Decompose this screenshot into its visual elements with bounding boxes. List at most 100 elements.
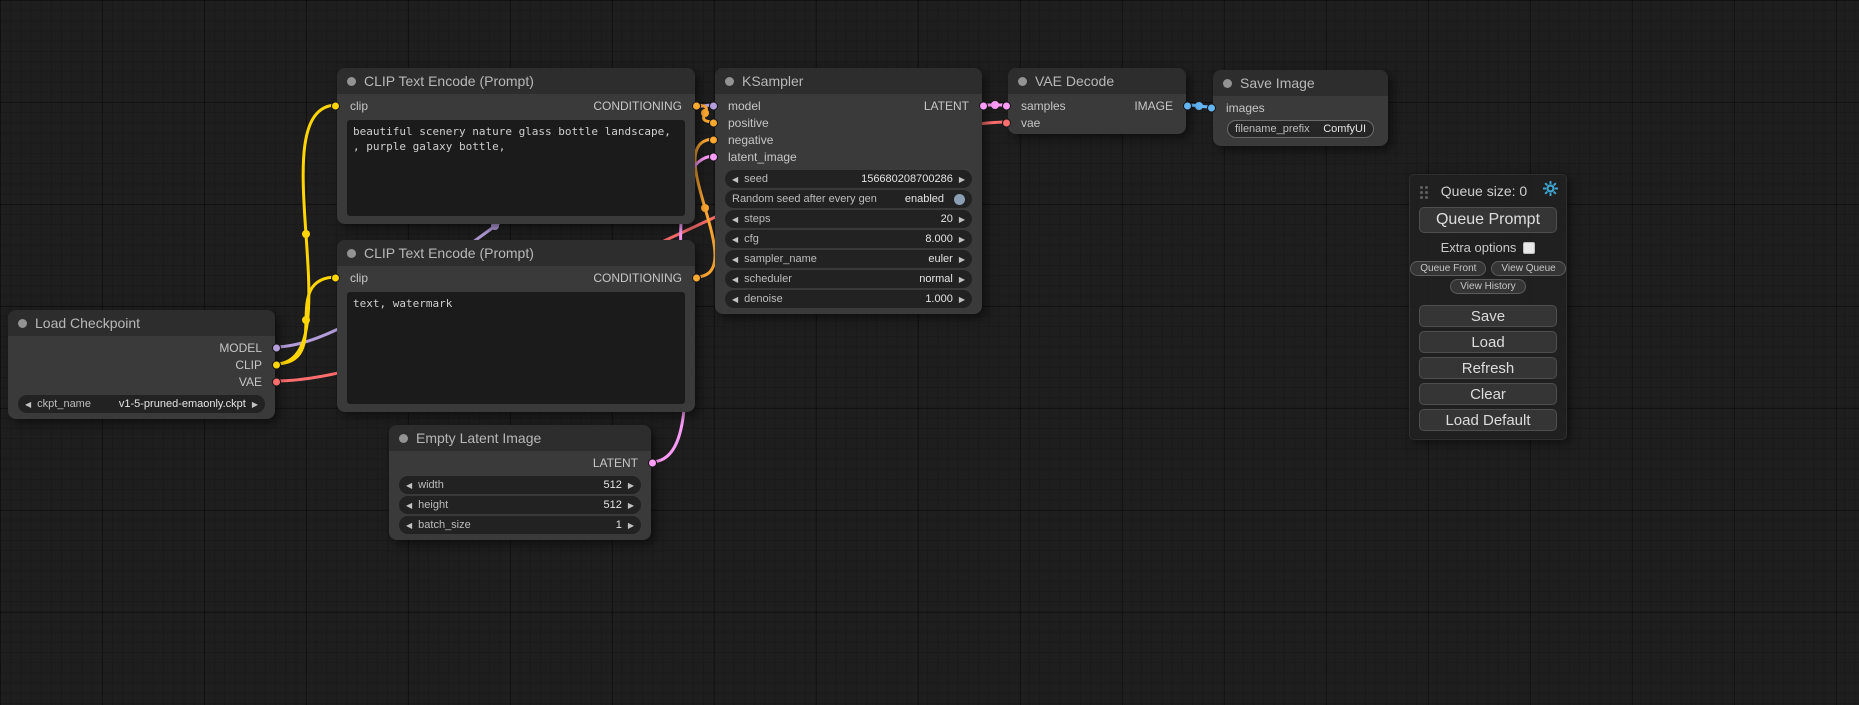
queue-size-label: Queue size: 0	[1429, 183, 1539, 199]
refresh-button[interactable]: Refresh	[1419, 357, 1557, 379]
node-save-image[interactable]: Save Image images filename_prefix ComfyU…	[1213, 70, 1388, 146]
node-load-checkpoint[interactable]: Load Checkpoint MODEL CLIP VAE ◀ ckpt_na…	[8, 310, 275, 419]
widget-label: Random seed after every gen	[732, 193, 877, 205]
node-title-bar[interactable]: Save Image	[1213, 70, 1388, 96]
random-seed-toggle-widget[interactable]: Random seed after every gen enabled	[725, 190, 972, 208]
model-output-slot[interactable]	[272, 343, 281, 352]
width-widget[interactable]: ◀ width 512 ▶	[399, 476, 641, 494]
images-input-slot[interactable]	[1207, 103, 1216, 112]
decrement-icon[interactable]: ◀	[732, 215, 738, 224]
vae-output-slot[interactable]	[272, 377, 281, 386]
decrement-icon[interactable]: ◀	[406, 521, 412, 530]
next-value-icon[interactable]: ▶	[959, 275, 965, 284]
collapse-dot-icon[interactable]	[1223, 79, 1232, 88]
node-ksampler[interactable]: KSampler model LATENT positive negative …	[715, 68, 982, 314]
node-title-bar[interactable]: CLIP Text Encode (Prompt)	[337, 240, 695, 266]
clip-input-slot[interactable]	[331, 273, 340, 282]
denoise-widget[interactable]: ◀ denoise 1.000 ▶	[725, 290, 972, 308]
image-output-slot[interactable]	[1183, 101, 1192, 110]
samples-input-slot[interactable]	[1002, 101, 1011, 110]
latent-image-input-slot[interactable]	[709, 152, 718, 161]
prev-value-icon[interactable]: ◀	[732, 275, 738, 284]
widget-value: 1.000	[925, 293, 953, 305]
widget-label: seed	[744, 173, 768, 185]
increment-icon[interactable]: ▶	[959, 295, 965, 304]
cfg-widget[interactable]: ◀ cfg 8.000 ▶	[725, 230, 972, 248]
widget-value: 8.000	[925, 233, 953, 245]
increment-icon[interactable]: ▶	[628, 481, 634, 490]
batch-size-widget[interactable]: ◀ batch_size 1 ▶	[399, 516, 641, 534]
collapse-dot-icon[interactable]	[725, 77, 734, 86]
clip-output-slot[interactable]	[272, 360, 281, 369]
node-clip-text-encode-positive[interactable]: CLIP Text Encode (Prompt) clip CONDITION…	[337, 68, 695, 224]
increment-icon[interactable]: ▶	[959, 215, 965, 224]
latent-output-slot[interactable]	[979, 101, 988, 110]
decrement-icon[interactable]: ◀	[406, 481, 412, 490]
decrement-icon[interactable]: ◀	[732, 295, 738, 304]
node-clip-text-encode-negative[interactable]: CLIP Text Encode (Prompt) clip CONDITION…	[337, 240, 695, 412]
load-default-button[interactable]: Load Default	[1419, 409, 1557, 431]
model-input-slot[interactable]	[709, 101, 718, 110]
vae-input-slot[interactable]	[1002, 118, 1011, 127]
slot-label-negative-in: negative	[728, 133, 773, 147]
queue-front-button[interactable]: Queue Front	[1410, 261, 1486, 276]
next-value-icon[interactable]: ▶	[959, 255, 965, 264]
extra-options-checkbox[interactable]	[1523, 242, 1535, 254]
latent-output-slot[interactable]	[648, 458, 657, 467]
wire-clip-negative	[275, 277, 337, 364]
node-title-bar[interactable]: Empty Latent Image	[389, 425, 651, 451]
clip-input-slot[interactable]	[331, 101, 340, 110]
collapse-dot-icon[interactable]	[399, 434, 408, 443]
decrement-icon[interactable]: ◀	[406, 501, 412, 510]
view-queue-button[interactable]: View Queue	[1491, 261, 1565, 276]
node-vae-decode[interactable]: VAE Decode samples IMAGE vae	[1008, 68, 1186, 134]
increment-icon[interactable]: ▶	[628, 521, 634, 530]
toggle-knob-icon[interactable]	[954, 194, 965, 205]
positive-prompt-textarea[interactable]: beautiful scenery nature glass bottle la…	[347, 120, 685, 216]
slot-label-model-out: MODEL	[219, 341, 262, 355]
decrement-icon[interactable]: ◀	[732, 175, 738, 184]
collapse-dot-icon[interactable]	[1018, 77, 1027, 86]
graph-canvas[interactable]: Load Checkpoint MODEL CLIP VAE ◀ ckpt_na…	[0, 0, 1859, 705]
steps-widget[interactable]: ◀ steps 20 ▶	[725, 210, 972, 228]
node-title-bar[interactable]: VAE Decode	[1008, 68, 1186, 94]
scheduler-widget[interactable]: ◀ scheduler normal ▶	[725, 270, 972, 288]
conditioning-output-slot[interactable]	[692, 273, 701, 282]
node-empty-latent-image[interactable]: Empty Latent Image LATENT ◀ width 512 ▶ …	[389, 425, 651, 540]
next-value-icon[interactable]: ▶	[252, 400, 258, 409]
height-widget[interactable]: ◀ height 512 ▶	[399, 496, 641, 514]
positive-input-slot[interactable]	[709, 118, 718, 127]
widget-value: 512	[603, 499, 621, 511]
decrement-icon[interactable]: ◀	[732, 235, 738, 244]
increment-icon[interactable]: ▶	[628, 501, 634, 510]
view-history-button[interactable]: View History	[1450, 279, 1525, 294]
save-button[interactable]: Save	[1419, 305, 1557, 327]
node-title-bar[interactable]: Load Checkpoint	[8, 310, 275, 336]
negative-prompt-textarea[interactable]: text, watermark	[347, 292, 685, 404]
prev-value-icon[interactable]: ◀	[732, 255, 738, 264]
negative-input-slot[interactable]	[709, 135, 718, 144]
settings-gear-icon[interactable]	[1543, 181, 1558, 201]
drag-handle-icon[interactable]	[1420, 186, 1423, 189]
queue-prompt-button[interactable]: Queue Prompt	[1419, 207, 1557, 233]
conditioning-output-slot[interactable]	[692, 101, 701, 110]
widget-value: ComfyUI	[1323, 123, 1366, 135]
collapse-dot-icon[interactable]	[18, 319, 27, 328]
increment-icon[interactable]: ▶	[959, 175, 965, 184]
seed-widget[interactable]: ◀ seed 156680208700286 ▶	[725, 170, 972, 188]
node-title: CLIP Text Encode (Prompt)	[364, 245, 534, 261]
prev-value-icon[interactable]: ◀	[25, 400, 31, 409]
slot-label-latent-out: LATENT	[593, 456, 638, 470]
load-button[interactable]: Load	[1419, 331, 1557, 353]
slot-label-vae-in: vae	[1021, 116, 1040, 130]
clear-button[interactable]: Clear	[1419, 383, 1557, 405]
ckpt-name-widget[interactable]: ◀ ckpt_name v1-5-pruned-emaonly.ckpt ▶	[18, 395, 265, 413]
node-title-bar[interactable]: KSampler	[715, 68, 982, 94]
collapse-dot-icon[interactable]	[347, 249, 356, 258]
sampler-name-widget[interactable]: ◀ sampler_name euler ▶	[725, 250, 972, 268]
collapse-dot-icon[interactable]	[347, 77, 356, 86]
increment-icon[interactable]: ▶	[959, 235, 965, 244]
node-title-bar[interactable]: CLIP Text Encode (Prompt)	[337, 68, 695, 94]
filename-prefix-widget[interactable]: filename_prefix ComfyUI	[1227, 120, 1374, 138]
widget-value: 156680208700286	[861, 173, 953, 185]
